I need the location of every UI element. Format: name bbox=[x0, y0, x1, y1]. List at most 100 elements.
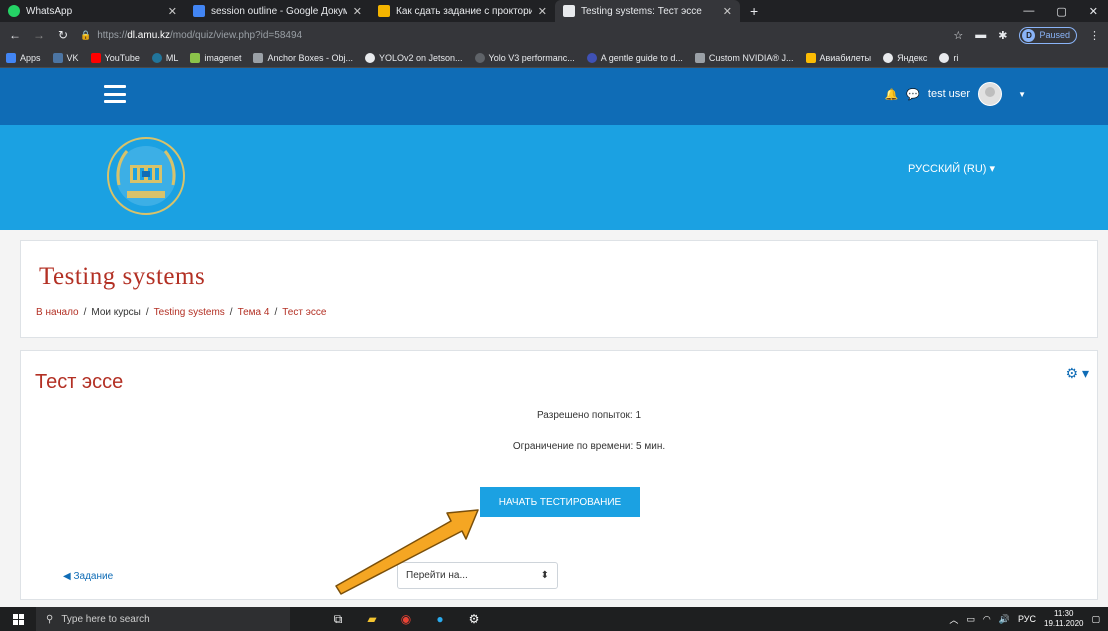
url-path: /mod/quiz/view.php?id=58494 bbox=[170, 29, 303, 41]
breadcrumb-my-courses: Мои курсы bbox=[91, 307, 141, 318]
plane-icon bbox=[805, 52, 816, 63]
close-icon[interactable]: ✕ bbox=[353, 5, 362, 18]
bookmark-yolov2[interactable]: YOLOv2 on Jetson... bbox=[365, 52, 463, 63]
close-window-icon[interactable]: ✕ bbox=[1089, 5, 1098, 18]
extension-icon[interactable]: ▬ bbox=[975, 29, 986, 41]
wifi-icon[interactable]: ◠ bbox=[983, 614, 991, 625]
url-field[interactable]: 🔒 https://dl.amu.kz/mod/quiz/view.php?id… bbox=[80, 30, 943, 41]
apps-icon bbox=[6, 52, 16, 63]
breadcrumb-course[interactable]: Testing systems bbox=[154, 307, 225, 318]
wordpress-icon bbox=[151, 52, 162, 63]
youtube-icon bbox=[90, 52, 101, 63]
bookmark-apps[interactable]: Apps bbox=[6, 52, 41, 63]
reload-icon[interactable]: ↻ bbox=[56, 28, 70, 42]
tab-whatsapp[interactable]: WhatsApp ✕ bbox=[0, 0, 185, 22]
language-label: РУССКИЙ (RU) bbox=[908, 163, 987, 175]
battery-icon[interactable]: ▭ bbox=[966, 614, 975, 625]
globe-icon bbox=[365, 52, 375, 63]
site-banner: РУССКИЙ (RU) ▾ bbox=[0, 125, 1108, 230]
chevron-down-icon: ▾ bbox=[989, 163, 996, 175]
task-view-icon[interactable]: ⧉ bbox=[330, 611, 346, 627]
close-icon[interactable]: ✕ bbox=[168, 5, 177, 18]
jump-to-select[interactable]: Перейти на... ⬍ bbox=[397, 562, 558, 589]
attempts-allowed: Разрешено попыток: 1 bbox=[536, 410, 642, 421]
bookmark-vk[interactable]: VK bbox=[52, 52, 79, 63]
bookmark-nvidia[interactable]: Custom NVIDIA® J... bbox=[694, 52, 794, 63]
page-title: Testing systems bbox=[39, 263, 206, 290]
bookmark-imagenet[interactable]: imagenet bbox=[190, 52, 241, 63]
input-language[interactable]: РУС bbox=[1018, 614, 1036, 624]
search-icon: ⚲ bbox=[46, 613, 54, 625]
breadcrumb-home[interactable]: В начало bbox=[36, 307, 79, 318]
link-icon bbox=[253, 52, 264, 63]
url-host: dl.amu.kz bbox=[127, 29, 171, 41]
quiz-card: Тест эссе ⚙ ▾ Разрешено попыток: 1 Огран… bbox=[20, 350, 1098, 600]
bookmark-yolov3[interactable]: Yolo V3 performanc... bbox=[474, 52, 575, 63]
slides-icon bbox=[378, 5, 390, 17]
star-icon[interactable]: ☆ bbox=[953, 29, 963, 42]
file-explorer-icon[interactable]: ▰ bbox=[364, 611, 380, 627]
language-menu[interactable]: РУССКИЙ (RU) ▾ bbox=[908, 162, 995, 175]
bell-icon[interactable]: 🔔 bbox=[884, 88, 898, 101]
bookmark-yandex[interactable]: Яндекс bbox=[883, 52, 927, 63]
bookmark-ml[interactable]: ML bbox=[151, 52, 178, 63]
bookmarks-bar: Apps VK YouTube ML imagenet Anchor Boxes… bbox=[0, 48, 1108, 68]
back-icon[interactable]: ← bbox=[8, 28, 22, 42]
settings-icon[interactable]: ⚙ bbox=[466, 611, 482, 627]
whatsapp-icon bbox=[8, 5, 20, 17]
tab-title: Testing systems: Тест эссе bbox=[581, 5, 702, 17]
toolbar-right: ☆ ▬ ✱ D Paused ⋮ bbox=[953, 26, 1100, 44]
puzzle-icon[interactable]: ✱ bbox=[998, 29, 1007, 42]
address-bar: ← → ↻ 🔒 https://dl.amu.kz/mod/quiz/view.… bbox=[0, 22, 1108, 48]
course-header: Testing systems В начало / Мои курсы / T… bbox=[20, 240, 1098, 338]
gear-icon[interactable]: ⚙ ▾ bbox=[1066, 365, 1089, 382]
minimize-icon[interactable]: — bbox=[1023, 5, 1034, 17]
chevron-updown-icon: ⬍ bbox=[540, 570, 549, 581]
bookmark-ri[interactable]: ri bbox=[939, 52, 958, 63]
avatar[interactable] bbox=[978, 82, 1003, 106]
url-scheme: https:// bbox=[97, 29, 128, 41]
breadcrumb-topic[interactable]: Тема 4 bbox=[238, 307, 270, 318]
tab-testing-systems[interactable]: Testing systems: Тест эссе ✕ bbox=[555, 0, 740, 22]
chat-icon[interactable]: 💬 bbox=[906, 88, 920, 101]
maximize-icon[interactable]: ▢ bbox=[1056, 5, 1066, 18]
tab-slides[interactable]: Как сдать задание с прокторин ✕ bbox=[370, 0, 555, 22]
chevron-down-icon[interactable]: ▼ bbox=[1018, 90, 1026, 99]
bookmark-aviabilety[interactable]: Авиабилеты bbox=[805, 52, 871, 63]
bookmark-anchor-boxes[interactable]: Anchor Boxes - Obj... bbox=[253, 52, 353, 63]
telegram-icon[interactable]: ● bbox=[432, 611, 448, 627]
clock[interactable]: 11:30 19.11.2020 bbox=[1044, 609, 1083, 629]
close-icon[interactable]: ✕ bbox=[723, 5, 732, 18]
university-logo[interactable] bbox=[105, 135, 187, 217]
tab-title: Как сдать задание с прокторин bbox=[396, 5, 532, 17]
notifications-icon[interactable]: ▢ bbox=[1091, 614, 1100, 625]
tab-title: session outline - Google Докуме bbox=[211, 5, 347, 17]
clock-date: 19.11.2020 bbox=[1044, 619, 1084, 628]
user-name[interactable]: test user bbox=[928, 88, 970, 100]
taskbar-search[interactable]: ⚲ Type here to search bbox=[36, 607, 290, 631]
profile-button[interactable]: D Paused bbox=[1019, 26, 1077, 44]
bookmark-gentle-guide[interactable]: A gentle guide to d... bbox=[586, 52, 683, 63]
site-icon bbox=[586, 52, 597, 63]
menu-icon[interactable]: ⋮ bbox=[1089, 29, 1100, 42]
bookmark-youtube[interactable]: YouTube bbox=[90, 52, 140, 63]
link-icon bbox=[694, 52, 705, 63]
chevron-up-icon[interactable]: ︿ bbox=[949, 613, 958, 626]
hamburger-menu-icon[interactable] bbox=[104, 85, 126, 103]
forward-icon[interactable]: → bbox=[32, 28, 46, 42]
taskbar-apps: ⧉ ▰ ◉ ● ⚙ bbox=[330, 611, 482, 627]
chrome-icon[interactable]: ◉ bbox=[398, 611, 414, 627]
previous-activity-link[interactable]: ◀ Задание bbox=[63, 571, 113, 582]
start-attempt-button[interactable]: НАЧАТЬ ТЕСТИРОВАНИЕ bbox=[480, 487, 640, 517]
site-navbar: 🔔 💬 test user ▼ bbox=[0, 68, 1108, 125]
window-controls: — ▢ ✕ bbox=[1023, 0, 1108, 22]
tab-google-docs[interactable]: session outline - Google Докуме ✕ bbox=[185, 0, 370, 22]
close-icon[interactable]: ✕ bbox=[538, 5, 547, 18]
volume-icon[interactable]: 🔊 bbox=[999, 614, 1010, 625]
tab-title: WhatsApp bbox=[26, 5, 73, 17]
breadcrumb-quiz[interactable]: Тест эссе bbox=[282, 307, 326, 318]
new-tab-button[interactable]: + bbox=[740, 0, 768, 22]
search-placeholder: Type here to search bbox=[61, 613, 150, 625]
windows-start-icon[interactable] bbox=[0, 613, 36, 625]
jump-to-value: Перейти на... bbox=[406, 570, 468, 581]
